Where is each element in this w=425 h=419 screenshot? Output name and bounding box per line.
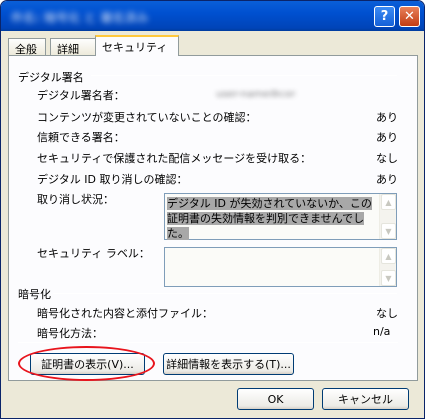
security-label-textbox[interactable]: ▲ ▼ <box>164 247 397 287</box>
secure-receipt-label: セキュリティで保護された配信メッセージを受け取る： <box>37 152 312 165</box>
tab-security[interactable]: セキュリティ <box>95 35 179 56</box>
encrypted-content-value: なし <box>376 307 398 320</box>
signer-value: user-name@corp.example.jp <box>216 89 296 97</box>
section-divider <box>53 293 397 294</box>
show-details-button[interactable]: 詳細情報を表示する(T)... <box>163 353 294 375</box>
annotation-circle <box>18 346 155 381</box>
digital-signature-section-title: デジタル署名 <box>18 71 84 84</box>
content-unchanged-value: あり <box>376 111 398 124</box>
title-bar[interactable]: 件名: 暗号化 と 署名済み ? ✕ <box>1 1 424 31</box>
trusted-signature-value: あり <box>376 131 398 144</box>
trusted-signature-label: 信頼できる署名： <box>37 131 125 144</box>
encryption-section-title: 暗号化 <box>18 288 51 301</box>
tab-bar: 全般 詳細 セキュリティ <box>8 34 419 56</box>
scroll-up-icon[interactable]: ▲ <box>381 248 396 264</box>
security-label-label: セキュリティ ラベル： <box>37 247 150 260</box>
help-button[interactable]: ? <box>374 6 395 27</box>
encryption-method-value: n/a <box>373 325 391 338</box>
close-button[interactable]: ✕ <box>399 6 420 27</box>
ok-button[interactable]: OK <box>237 388 314 410</box>
window-title: 件名: 暗号化 と 署名済み <box>11 11 149 23</box>
section-divider <box>18 342 398 343</box>
scroll-up-icon[interactable]: ▲ <box>381 194 396 210</box>
revocation-status-text: デジタル ID が失効されていないか、この証明書の失効情報を判別できませんでした… <box>167 197 372 240</box>
signer-label: デジタル署名者： <box>37 89 125 102</box>
section-divider <box>91 75 397 76</box>
scroll-down-icon[interactable]: ▼ <box>381 270 396 286</box>
cancel-button[interactable]: キャンセル <box>322 388 409 410</box>
tab-general[interactable]: 全般 <box>8 38 46 56</box>
encrypted-content-label: 暗号化された内容と添付ファイル： <box>37 307 213 320</box>
content-unchanged-label: コンテンツが変更されていないことの確認： <box>37 111 257 124</box>
revocation-check-value: あり <box>376 173 398 186</box>
message-properties-dialog: 件名: 暗号化 と 署名済み ? ✕ 全般 詳細 セキュリティ デジタル署名 デ… <box>0 0 425 419</box>
scroll-down-icon[interactable]: ▼ <box>381 223 396 239</box>
revocation-check-label: デジタル ID 取り消しの確認： <box>37 173 188 186</box>
encryption-method-label: 暗号化方法： <box>37 327 103 340</box>
revocation-status-label: 取り消し状況： <box>37 193 114 206</box>
revocation-status-textbox[interactable]: デジタル ID が失効されていないか、この証明書の失効情報を判別できませんでした… <box>164 193 397 240</box>
tab-details[interactable]: 詳細 <box>50 38 98 56</box>
secure-receipt-value: なし <box>376 152 398 165</box>
revocation-scrollbar[interactable]: ▲ ▼ <box>379 194 396 239</box>
security-label-scrollbar[interactable]: ▲ ▼ <box>379 248 396 286</box>
